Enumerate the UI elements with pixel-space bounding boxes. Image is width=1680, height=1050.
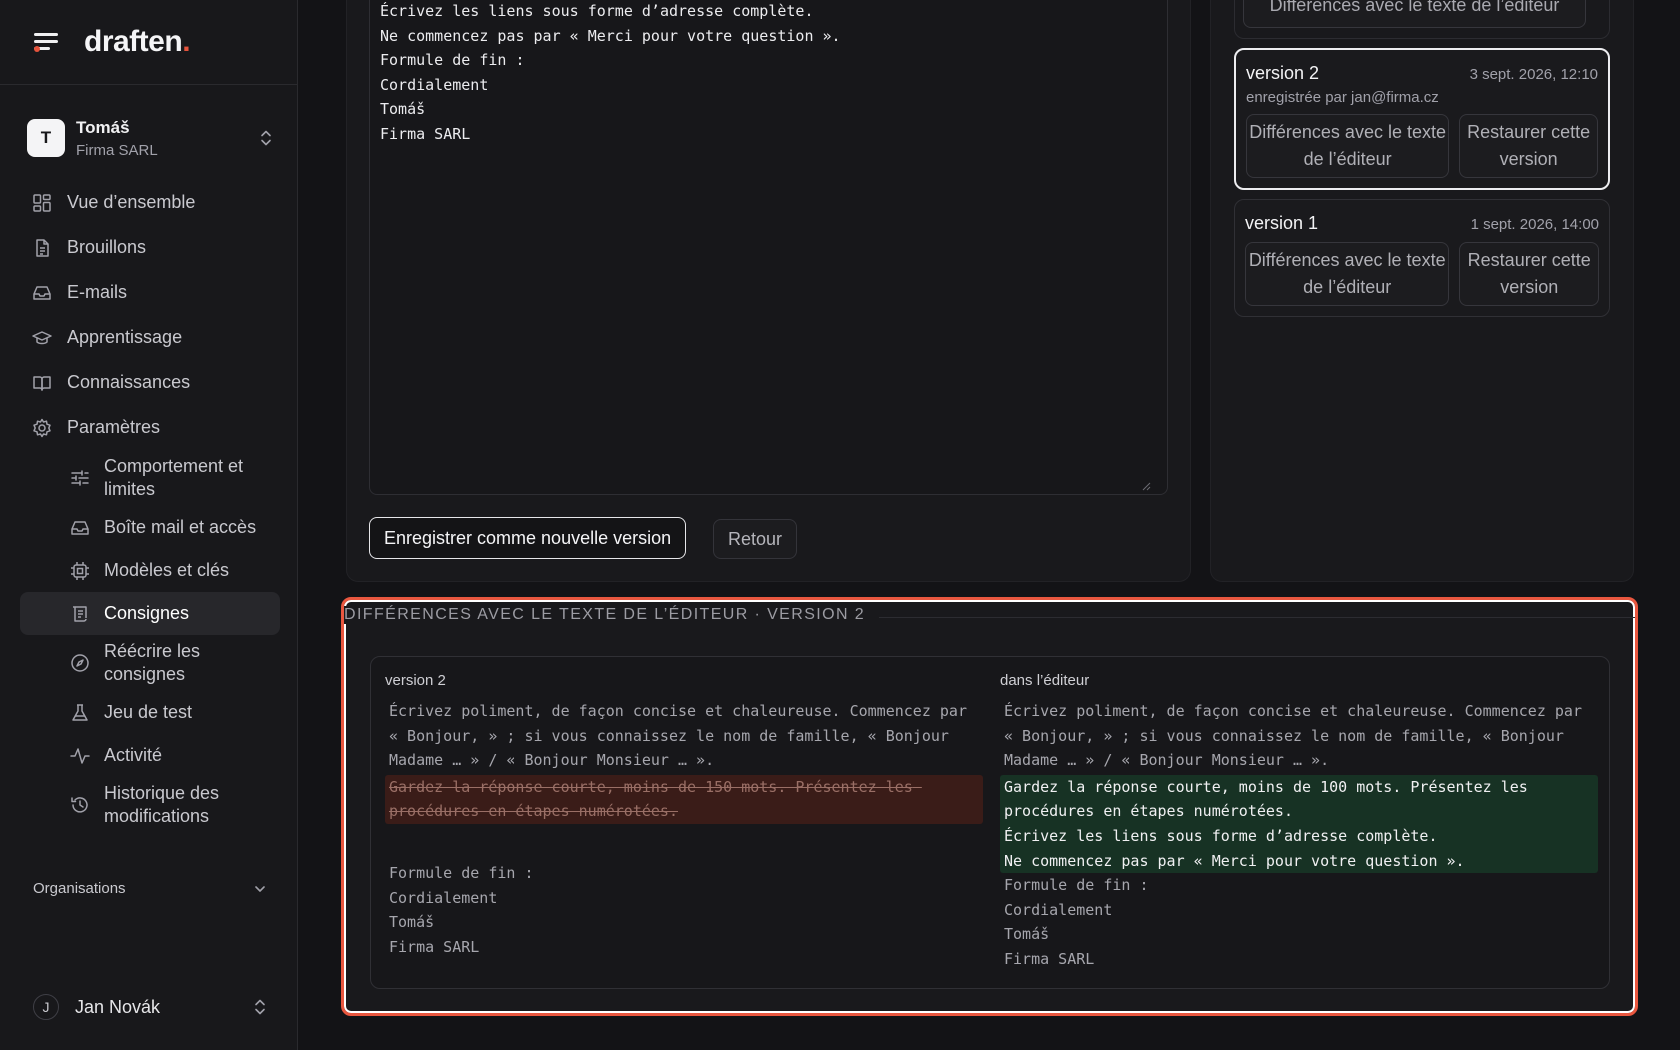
version-author: enregistrée par jan@firma.cz — [1246, 89, 1439, 106]
menu-icon[interactable] — [34, 31, 60, 53]
flask-icon — [72, 703, 88, 721]
resize-handle-icon[interactable] — [1141, 481, 1151, 491]
nav-item-label: Modèles et clés — [104, 560, 230, 580]
sidebar: draften. T Tomáš Firma SARL Vue d’ensemb… — [0, 0, 298, 1050]
nav-item-instructions[interactable]: Consignes — [20, 592, 280, 635]
diff-with-editor-button[interactable]: Différences avec le texte de l’éditeur — [1246, 114, 1450, 178]
diff-common-text: Écrivez poliment, de façon concise et ch… — [1004, 702, 1591, 770]
restore-version-button[interactable]: Restaurer cette version — [1459, 242, 1599, 306]
gear-icon — [33, 418, 51, 437]
nav-item-models-keys[interactable]: Modèles et clés — [69, 549, 280, 592]
instructions-editor[interactable]: Écrivez les liens sous forme d’adresse c… — [369, 0, 1168, 495]
nav-item-change-history[interactable]: Historique des modifications — [69, 777, 280, 833]
chevrons-up-down-icon — [255, 999, 265, 1015]
nav-item-activity[interactable]: Activité — [69, 734, 280, 777]
diff-column-title: dans l’éditeur — [1000, 672, 1090, 689]
sliders-icon — [71, 470, 89, 486]
nav-item-knowledge[interactable]: Connaissances — [20, 360, 280, 405]
nav-item-drafts[interactable]: Brouillons — [20, 225, 280, 270]
nav-item-emails[interactable]: E-mails — [20, 270, 280, 315]
editor-panel: Écrivez les liens sous forme d’adresse c… — [346, 0, 1191, 582]
app-logo[interactable]: draften. — [84, 25, 191, 59]
document-icon — [36, 238, 49, 257]
nav-item-learning[interactable]: Apprentissage — [20, 315, 280, 360]
version-card-1[interactable]: version 1 1 sept. 2026, 14:00 Différence… — [1234, 199, 1610, 317]
nav-item-label: Comportement et limites — [104, 456, 244, 499]
graduation-cap-icon — [32, 330, 52, 344]
activity-icon — [70, 747, 90, 764]
avatar: J — [33, 994, 59, 1020]
main-nav: Vue d’ensemble Brouillons E-mails Appren… — [20, 180, 280, 833]
diff-section-title: DIFFÉRENCES AVEC LE TEXTE DE L’ÉDITEUR ·… — [344, 606, 880, 624]
nav-item-label: Historique des modifications — [104, 783, 220, 826]
dashboard-icon — [33, 193, 51, 212]
nav-item-rewrite-instructions[interactable]: Réécrire les consignes — [69, 635, 280, 691]
diff-inserted-text: Gardez la réponse courte, moins de 100 m… — [1000, 774, 1598, 874]
inbox-icon — [33, 285, 51, 300]
history-icon — [71, 797, 88, 813]
chevrons-up-down-icon — [261, 130, 271, 146]
version-card-2[interactable]: version 2 3 sept. 2026, 12:10 enregistré… — [1234, 48, 1610, 190]
book-icon — [33, 375, 51, 391]
diff-deleted-text: Gardez la réponse courte, moins de 150 m… — [385, 774, 983, 824]
nav-item-label: Activité — [104, 745, 163, 765]
diff-common-text: Formule de fin : Cordialement Tomáš Firm… — [1004, 876, 1149, 968]
nav-item-test-set[interactable]: Jeu de test — [69, 691, 280, 734]
user-menu[interactable]: J Jan Novák — [33, 994, 267, 1020]
workspace-name: Tomáš — [76, 117, 130, 137]
diff-view: version 2 Écrivez poliment, de façon con… — [370, 656, 1610, 989]
sidebar-header: draften. — [0, 0, 297, 85]
chevron-down-icon — [255, 885, 265, 892]
nav-item-label: Connaissances — [67, 372, 191, 392]
diff-column-new: dans l’éditeur Écrivez poliment, de faço… — [1000, 672, 1598, 972]
workspace-org: Firma SARL — [76, 141, 158, 159]
nav-item-label: Vue d’ensemble — [67, 192, 196, 212]
diff-with-editor-button[interactable]: Différences avec le texte de l’éditeur — [1245, 242, 1450, 306]
workspace-avatar: T — [27, 119, 65, 157]
versions-panel: Différences avec le texte de l’éditeur v… — [1210, 0, 1634, 582]
restore-version-button[interactable]: Restaurer cette version — [1459, 114, 1598, 178]
diff-column-title: version 2 — [385, 672, 446, 689]
nav-item-label: Consignes — [104, 603, 190, 623]
organisations-label: Organisations — [33, 880, 126, 897]
version-title: version 2 — [1246, 63, 1320, 83]
scroll-icon — [73, 605, 87, 622]
diff-column-old: version 2 Écrivez poliment, de façon con… — [385, 672, 983, 959]
nav-item-overview[interactable]: Vue d’ensemble — [20, 180, 280, 225]
nav-item-label: Apprentissage — [67, 327, 183, 347]
version-date: 3 sept. 2026, 12:10 — [1469, 66, 1598, 83]
inbox-icon — [71, 520, 89, 535]
organisations-toggle[interactable]: Organisations — [33, 880, 267, 897]
diff-section: DIFFÉRENCES AVEC LE TEXTE DE L’ÉDITEUR ·… — [341, 597, 1638, 1016]
nav-item-label: Brouillons — [67, 237, 147, 257]
chip-icon — [71, 561, 89, 580]
diff-common-text: Écrivez poliment, de façon concise et ch… — [389, 702, 976, 770]
version-title: version 1 — [1245, 213, 1319, 233]
nav-item-label: E-mails — [67, 282, 128, 302]
diff-with-editor-button[interactable]: Différences avec le texte de l’éditeur — [1243, 0, 1586, 28]
nav-item-behavior-limits[interactable]: Comportement et limites — [69, 450, 280, 506]
version-date: 1 sept. 2026, 14:00 — [1470, 216, 1599, 233]
compass-icon — [71, 654, 89, 672]
diff-common-text: Formule de fin : Cordialement Tomáš Firm… — [389, 863, 534, 956]
nav-item-label: Paramètres — [67, 417, 161, 437]
nav-item-label: Jeu de test — [104, 702, 193, 722]
nav-item-label: Boîte mail et accès — [104, 517, 257, 537]
nav-item-mailbox-access[interactable]: Boîte mail et accès — [69, 506, 280, 549]
nav-item-settings[interactable]: Paramètres — [20, 405, 280, 450]
nav-item-label: Réécrire les consignes — [104, 641, 201, 684]
user-name: Jan Novák — [75, 996, 161, 1017]
save-new-version-button[interactable]: Enregistrer comme nouvelle version — [369, 517, 687, 559]
workspace-switcher[interactable]: T Tomáš Firma SARL — [27, 112, 273, 164]
back-button[interactable]: Retour — [713, 519, 798, 559]
settings-submenu: Comportement et limites Boîte mail et ac… — [20, 450, 280, 833]
